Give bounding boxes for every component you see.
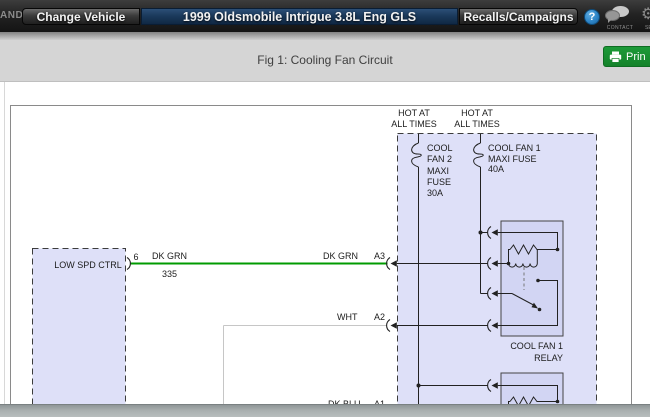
- figure-title: Fig 1: Cooling Fan Circuit: [0, 53, 650, 67]
- toolbar-shadow-strip: [0, 32, 650, 40]
- change-vehicle-button[interactable]: Change Vehicle: [22, 8, 140, 25]
- diagram-content-area: HOT AT ALL TIMES HOT AT ALL TIMES: [0, 82, 650, 417]
- dk-grn-label-right: DK GRN: [323, 251, 358, 261]
- speech-bubble-tail-icon: [608, 19, 612, 23]
- svg-text:40A: 40A: [488, 164, 504, 174]
- gear-icon[interactable]: ⚙: [641, 4, 650, 24]
- svg-text:COOL FAN 1: COOL FAN 1: [488, 143, 541, 153]
- svg-text:ALL TIMES: ALL TIMES: [454, 119, 500, 129]
- svg-text:MAXI: MAXI: [427, 166, 449, 176]
- svg-text:HOT AT: HOT AT: [461, 108, 493, 118]
- pin-6-label: 6: [134, 252, 139, 262]
- top-nav-bar: AND Change Vehicle 1999 Oldsmobile Intri…: [0, 0, 650, 32]
- wht-label: WHT: [337, 312, 358, 322]
- svg-text:FAN 2: FAN 2: [427, 154, 452, 164]
- svg-text:30A: 30A: [427, 188, 443, 198]
- relay1-label-line2: RELAY: [534, 353, 563, 363]
- circuit-335-label: 335: [162, 269, 177, 279]
- footer-strip: [0, 404, 650, 417]
- help-icon[interactable]: ?: [584, 9, 600, 25]
- cool-fan-1-relay-box: [501, 221, 563, 336]
- low-spd-ctrl-box: [33, 249, 126, 417]
- app-window: AND Change Vehicle 1999 Oldsmobile Intri…: [0, 0, 650, 417]
- print-button[interactable]: Prin: [603, 46, 650, 67]
- recalls-campaigns-button[interactable]: Recalls/Campaigns: [459, 8, 578, 25]
- wiring-diagram-svg: HOT AT ALL TIMES HOT AT ALL TIMES: [0, 82, 650, 417]
- dk-grn-label-left: DK GRN: [152, 251, 187, 261]
- print-button-label: Prin: [626, 51, 646, 63]
- low-spd-ctrl-label: LOW SPD CTRL: [54, 260, 122, 270]
- panel-divider: [4, 82, 5, 404]
- figure-title-bar: Fig 1: Cooling Fan Circuit Prin: [0, 40, 650, 82]
- contact-button[interactable]: CONTACT: [602, 4, 638, 32]
- vehicle-title-button[interactable]: 1999 Oldsmobile Intrigue 3.8L Eng GLS: [141, 8, 458, 25]
- relay1-label-line1: COOL FAN 1: [510, 341, 563, 351]
- svg-text:COOL: COOL: [427, 143, 453, 153]
- svg-text:HOT AT: HOT AT: [398, 108, 430, 118]
- brand-text-fragment: AND: [0, 10, 23, 21]
- terminal-a2-label: A2: [374, 312, 385, 322]
- svg-text:MAXI FUSE: MAXI FUSE: [488, 154, 537, 164]
- svg-text:ALL TIMES: ALL TIMES: [391, 119, 437, 129]
- svg-text:FUSE: FUSE: [427, 177, 451, 187]
- settings-label-fragment: SE: [645, 25, 650, 31]
- printer-icon: [609, 51, 622, 63]
- contact-label: CONTACT: [600, 25, 640, 31]
- terminal-a3-label: A3: [374, 251, 385, 261]
